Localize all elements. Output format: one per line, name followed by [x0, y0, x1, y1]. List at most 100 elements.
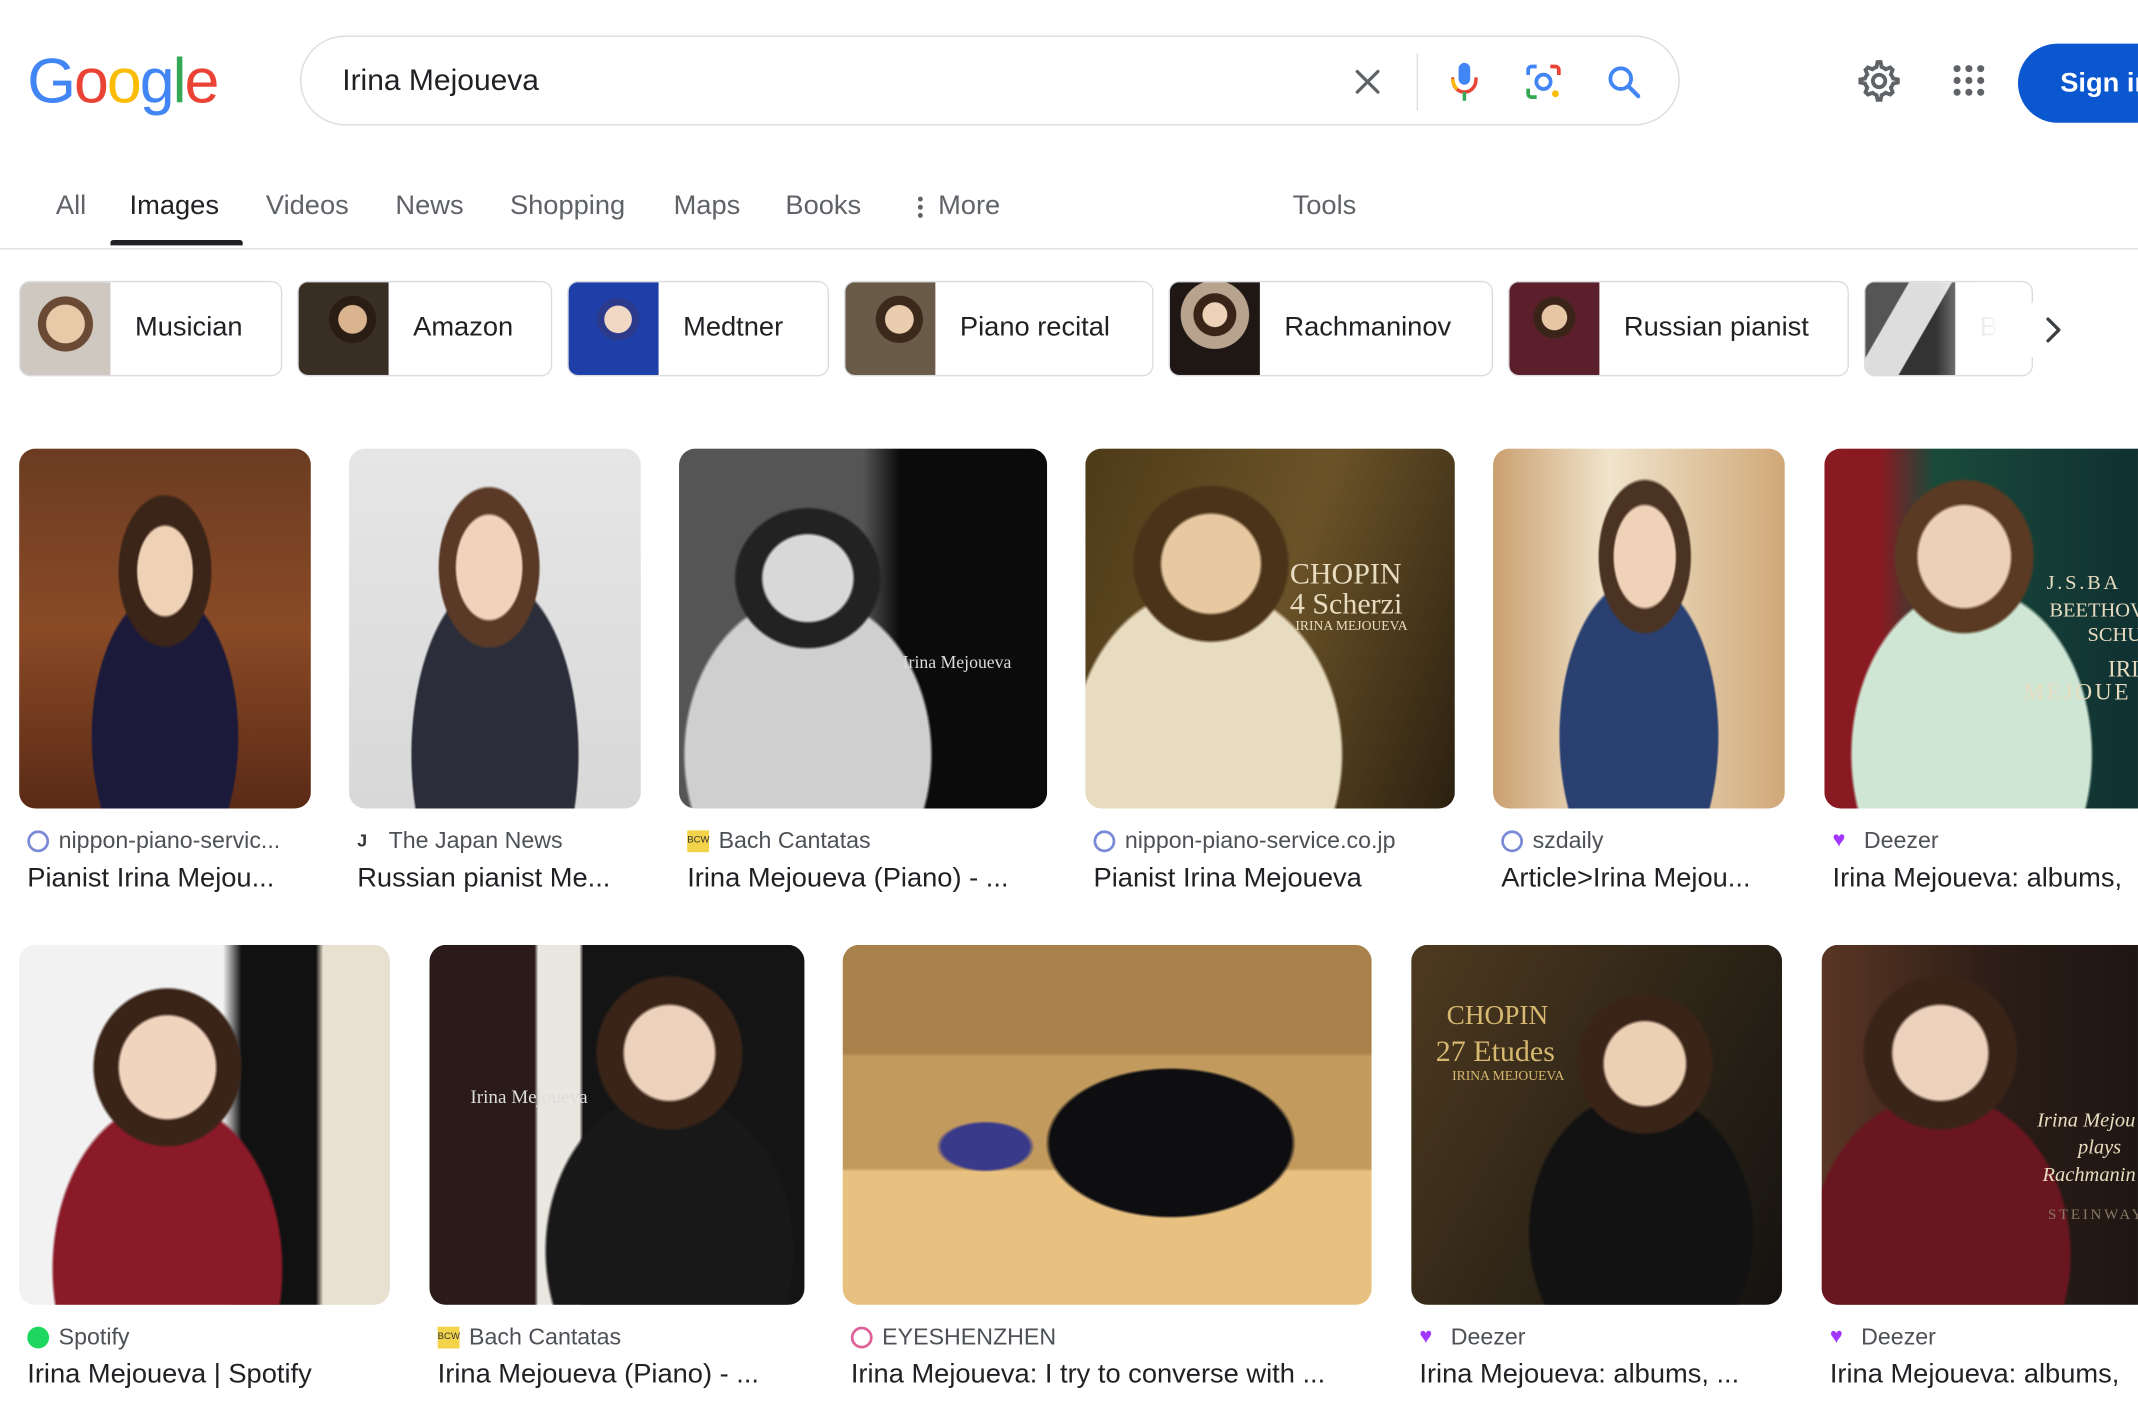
logo-letter: g — [139, 44, 175, 116]
result-thumbnail: CHOPIN 27 Etudes IRINA MEJOUEVA — [1411, 944, 1783, 1305]
logo-letter: G — [27, 44, 76, 116]
tab-more-label: More — [938, 190, 1001, 221]
google-logo[interactable]: Google — [27, 44, 219, 116]
apps-grid-icon[interactable] — [1943, 55, 1995, 107]
cover-text: IRINA MEJOUEVA — [1295, 619, 1408, 635]
result-caption[interactable]: Pianist Irina Mejoueva — [1094, 863, 1455, 894]
chip-thumbnail — [298, 282, 389, 375]
tab-maps[interactable]: Maps — [674, 191, 741, 222]
cover-text: IRINA MEJOUEVA — [1452, 1068, 1565, 1084]
result-caption[interactable]: Article>Irina Mejou... — [1501, 863, 1793, 894]
result-caption[interactable]: Irina Mejoueva (Piano) - ... — [687, 863, 1044, 894]
microphone-icon[interactable] — [1438, 56, 1490, 108]
source-label: Deezer — [1861, 1323, 1936, 1350]
chip-musician[interactable]: Musician — [19, 280, 283, 377]
chip-amazon[interactable]: Amazon — [297, 280, 553, 377]
chip-russian-pianist[interactable]: Russian pianist — [1508, 280, 1849, 377]
search-input[interactable]: Irina Mejoueva — [342, 63, 539, 98]
sign-in-button[interactable]: Sign in — [2017, 43, 2138, 123]
active-tab-indicator — [110, 239, 243, 246]
result-caption[interactable]: Irina Mejoueva: albums, — [1830, 1359, 2138, 1390]
heart-icon: ♥ — [1832, 829, 1846, 853]
logo-letter: l — [172, 44, 187, 116]
chip-thumbnail — [568, 282, 659, 375]
tab-more[interactable]: More — [916, 191, 1000, 222]
logo-letter: o — [74, 44, 109, 116]
result-caption[interactable]: Irina Mejoueva: albums, ... — [1419, 1359, 1779, 1390]
tabs-divider — [0, 248, 2138, 250]
source-label: Bach Cantatas — [469, 1323, 622, 1350]
result-source: ♥ Deezer — [1830, 1324, 1936, 1351]
search-tabs: All Images Videos News Shopping Maps Boo… — [0, 175, 2138, 251]
tab-images[interactable]: Images — [130, 191, 219, 222]
chevron-right-icon[interactable] — [2026, 302, 2081, 358]
logo-letter: e — [184, 44, 219, 116]
chip-thumbnail — [20, 282, 111, 375]
result-caption[interactable]: Irina Mejoueva: I try to converse with .… — [851, 1359, 1369, 1390]
bach-cantatas-icon: BCW — [437, 1326, 460, 1349]
source-label: The Japan News — [388, 827, 563, 854]
cover-text: BEETHOV — [2049, 599, 2138, 622]
tab-news[interactable]: News — [395, 191, 463, 222]
tab-videos[interactable]: Videos — [266, 191, 349, 222]
source-label: Bach Cantatas — [718, 827, 871, 854]
result-source: ♥ Deezer — [1419, 1324, 1525, 1351]
tab-shopping[interactable]: Shopping — [510, 191, 625, 222]
cover-text: SCHUMA — [2087, 624, 2138, 647]
chip-label: Musician — [134, 312, 243, 343]
result-thumbnail — [19, 448, 311, 809]
cover-text: MEJOUE — [2023, 679, 2132, 705]
chip-be[interactable]: Be — [1863, 280, 2033, 377]
chip-label: Rachmaninov — [1284, 312, 1452, 343]
result-thumbnail: Irina Mejoueva — [679, 448, 1048, 809]
result-thumbnail — [19, 944, 390, 1305]
heart-icon: ♥ — [1419, 1325, 1433, 1349]
search-box[interactable]: Irina Mejoueva — [299, 35, 1680, 126]
cover-text: plays — [2077, 1137, 2122, 1159]
cover-text: Irina Mejoueva — [902, 651, 1012, 673]
tab-books[interactable]: Books — [785, 191, 861, 222]
cover-text: IRI — [2107, 655, 2138, 682]
result-source: Spotify — [27, 1324, 130, 1351]
clear-icon[interactable] — [1342, 56, 1394, 108]
source-label: Deezer — [1450, 1323, 1526, 1350]
globe-icon — [27, 830, 50, 853]
chip-label: Piano recital — [959, 312, 1110, 343]
chip-piano-recital[interactable]: Piano recital — [844, 280, 1154, 377]
result-caption[interactable]: Irina Mejoueva (Piano) - ... — [438, 1359, 799, 1390]
result-source: ♥ Deezer — [1833, 828, 1939, 855]
result-caption[interactable]: Russian pianist Me... — [357, 863, 649, 894]
source-label: Deezer — [1863, 827, 1939, 854]
page: Google Irina Mejoueva Sign i All Images … — [0, 0, 2138, 1422]
chip-thumbnail — [1509, 282, 1600, 375]
search-divider — [1416, 53, 1419, 111]
chip-rachmaninov[interactable]: Rachmaninov — [1168, 280, 1494, 377]
cover-text: STEINWAY — [2047, 1206, 2138, 1224]
camera-lens-icon[interactable] — [1518, 56, 1570, 108]
result-thumbnail: Irina Mejou plays Rachmanin STEINWAY — [1821, 944, 2138, 1305]
globe-icon — [1501, 830, 1524, 853]
chip-thumbnail — [845, 282, 936, 375]
result-caption[interactable]: Irina Mejoueva: albums, — [1833, 863, 2138, 894]
result-source: EYESHENZHEN — [850, 1323, 1057, 1351]
result-caption[interactable]: Pianist Irina Mejou... — [27, 863, 319, 894]
cover-text: Irina Mejou — [2037, 1109, 2136, 1132]
cover-text: Irina Mejoueva — [470, 1088, 588, 1109]
result-source: szdaily — [1501, 828, 1603, 855]
result-caption[interactable]: Irina Mejoueva | Spotify — [27, 1359, 390, 1390]
result-thumbnail — [1493, 448, 1785, 809]
heart-icon: ♥ — [1829, 1325, 1843, 1349]
search-icon[interactable] — [1598, 56, 1650, 108]
globe-icon — [1093, 830, 1116, 853]
result-source: BCW Bach Cantatas — [687, 827, 871, 855]
result-source: nippon-piano-service.co.jp — [1093, 828, 1395, 855]
gear-icon[interactable] — [1852, 55, 1904, 107]
source-label: EYESHENZHEN — [882, 1323, 1057, 1350]
chip-label: Medtner — [683, 312, 784, 343]
result-source: BCW Bach Cantatas — [437, 1323, 622, 1351]
tools-button[interactable]: Tools — [1293, 191, 1357, 222]
tab-all[interactable]: All — [56, 191, 86, 222]
cover-text: 4 Scherzi — [1289, 586, 1403, 621]
chip-medtner[interactable]: Medtner — [567, 280, 830, 377]
chip-label: Amazon — [413, 312, 514, 343]
